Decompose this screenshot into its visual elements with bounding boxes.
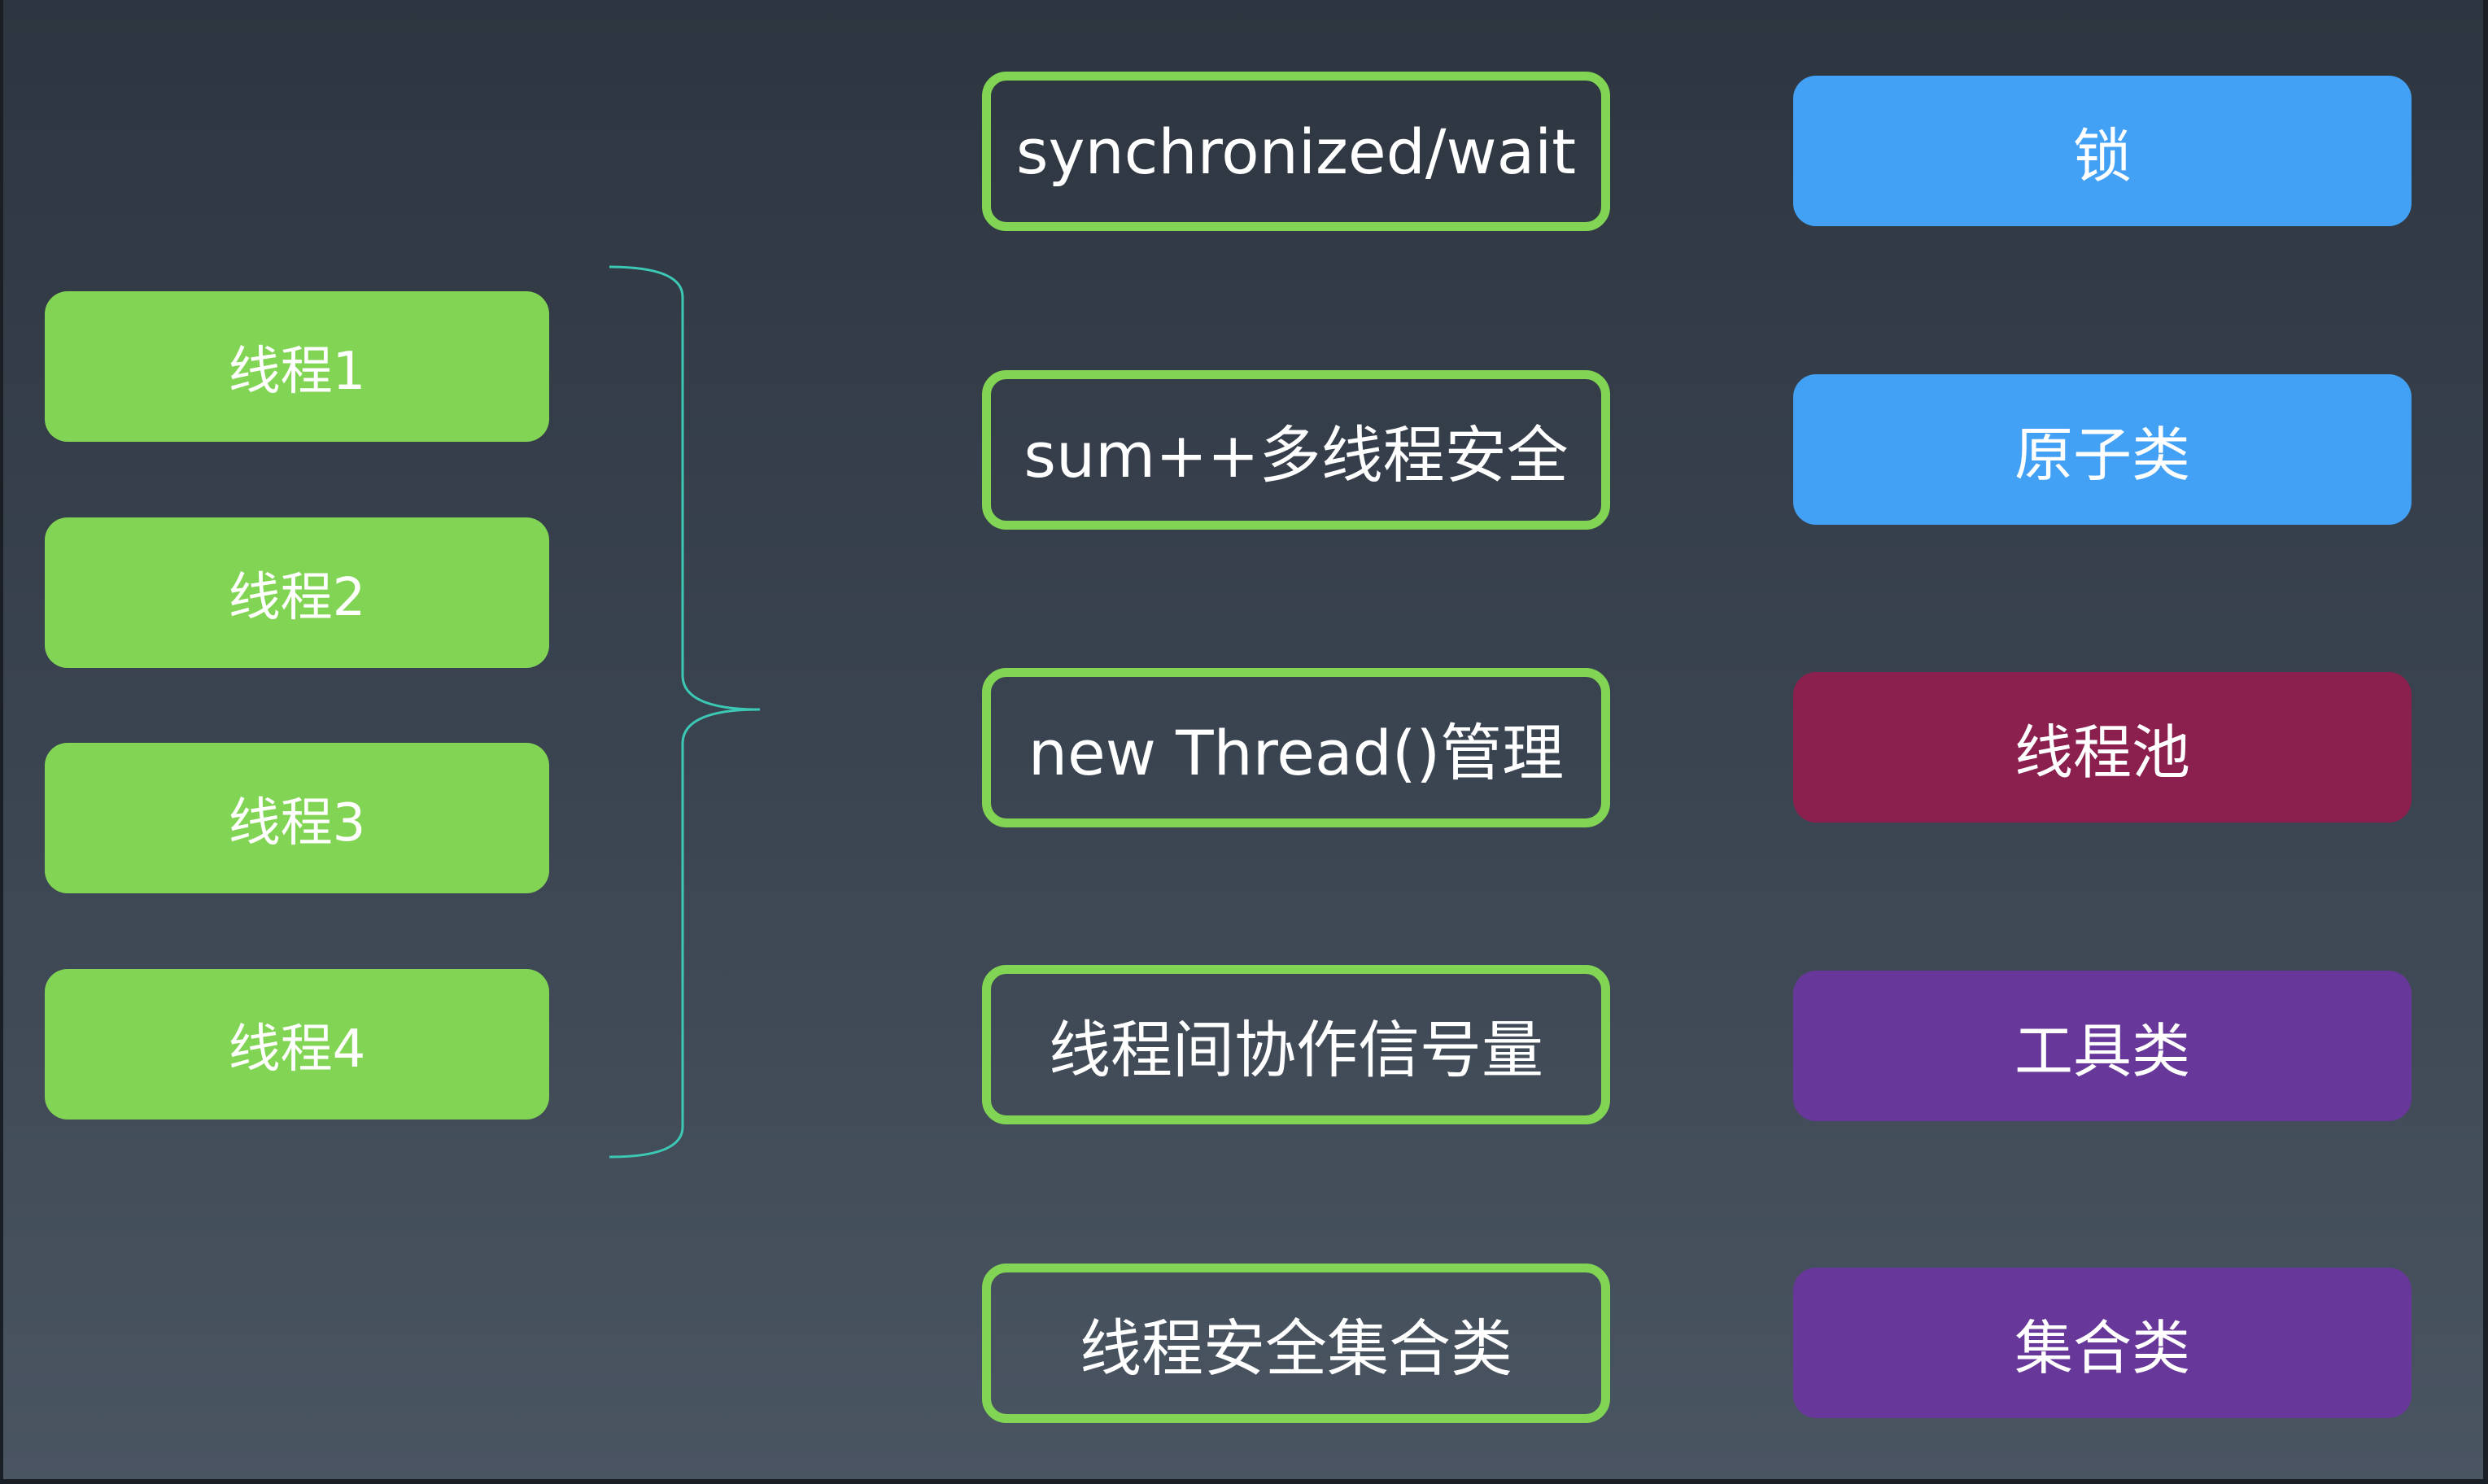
problem-label: sum++多线程安全 <box>1024 419 1569 491</box>
thread-box-3: 线程3 <box>45 743 549 893</box>
thread-box-2: 线程2 <box>45 517 549 668</box>
problem-box-sum-thread-safe: sum++多线程安全 <box>982 370 1610 530</box>
brace-connector <box>609 265 761 1159</box>
thread-label: 线程1 <box>228 341 366 402</box>
solution-box-utilities: 工具类 <box>1793 971 2412 1121</box>
solution-label: 集合类 <box>2014 1314 2190 1382</box>
thread-label: 线程3 <box>228 792 366 853</box>
solution-label: 锁 <box>2072 122 2132 190</box>
problem-box-sync-wait: synchronized/wait <box>982 72 1610 231</box>
solution-label: 工具类 <box>2014 1017 2190 1085</box>
solution-box-thread-pool: 线程池 <box>1793 672 2412 823</box>
problem-label: synchronized/wait <box>1015 115 1577 188</box>
problem-box-semaphore: 线程间协作信号量 <box>982 965 1610 1124</box>
problem-box-thread-management: new Thread()管理 <box>982 668 1610 827</box>
diagram-canvas: 线程1 线程2 线程3 线程4 synchronized/wait sum++多… <box>0 0 2488 1484</box>
solution-label: 线程池 <box>2014 718 2190 787</box>
solution-label: 原子类 <box>2014 421 2190 489</box>
thread-label: 线程2 <box>228 567 366 628</box>
problem-label: 线程间协作信号量 <box>1049 1014 1543 1086</box>
thread-box-1: 线程1 <box>45 291 549 442</box>
solution-box-atomic: 原子类 <box>1793 374 2412 525</box>
problem-box-safe-collections: 线程安全集合类 <box>982 1264 1610 1423</box>
solution-box-collections: 集合类 <box>1793 1268 2412 1418</box>
thread-label: 线程4 <box>228 1019 366 1080</box>
problem-label: 线程安全集合类 <box>1080 1312 1512 1385</box>
solution-box-lock: 锁 <box>1793 76 2412 226</box>
problem-label: new Thread()管理 <box>1028 717 1565 789</box>
thread-box-4: 线程4 <box>45 969 549 1120</box>
